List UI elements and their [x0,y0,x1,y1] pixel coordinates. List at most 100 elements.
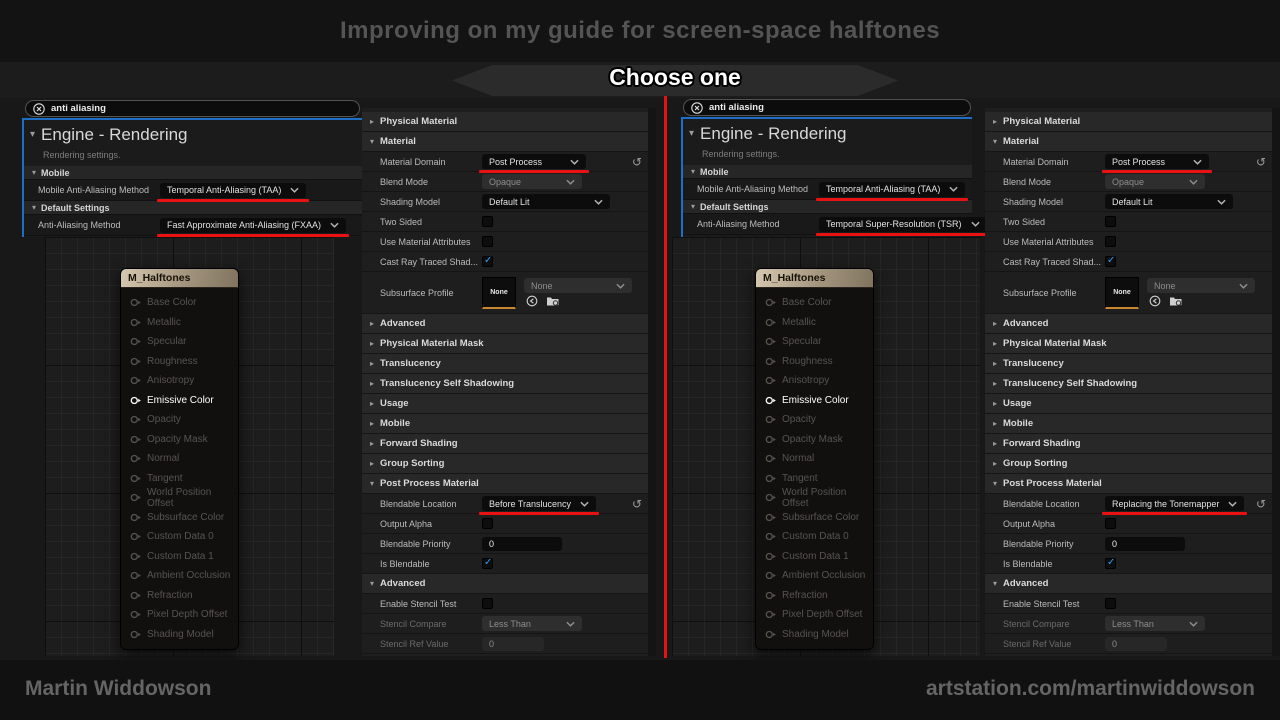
material-node-header[interactable]: M_Halftones [756,269,873,288]
cast-ray-traced-checkbox[interactable]: ✓ [482,256,493,267]
is-blendable-checkbox[interactable]: ✓ [482,558,493,569]
node-pin[interactable]: Specular [121,332,238,352]
reset-to-default-button[interactable]: ↺ [632,156,642,168]
section-header-mobile[interactable]: ▾ Mobile [683,165,972,179]
node-pin[interactable]: Shading Model [121,625,238,645]
section-header-default-settings[interactable]: ▾ Default Settings [24,201,363,215]
reset-to-default-button[interactable]: ↺ [1256,498,1266,510]
node-pin[interactable]: Specular [756,332,873,352]
details-collapsed-section-header[interactable]: ▸Forward Shading [362,434,656,454]
enable-stencil-test-checkbox[interactable]: ✓ [482,598,493,609]
node-pin[interactable]: Emissive Color [121,391,238,411]
two-sided-checkbox[interactable]: ✓ [1105,216,1116,227]
node-pin[interactable]: Pixel Depth Offset [121,605,238,625]
node-pin[interactable]: Tangent [756,469,873,489]
section-header-mobile[interactable]: ▾ Mobile [24,166,363,180]
node-pin[interactable]: Ambient Occlusion [121,566,238,586]
material-graph-canvas[interactable]: M_Halftones Base Color Metallic Specular… [672,237,980,656]
asset-thumbnail[interactable]: None [482,277,516,309]
node-pin[interactable]: Shading Model [756,625,873,645]
node-pin[interactable]: Custom Data 0 [756,527,873,547]
clear-search-icon[interactable] [33,103,45,115]
details-collapsed-section-header[interactable]: ▸Translucency Self Shadowing [362,374,656,394]
node-pin[interactable]: Subsurface Color [756,508,873,528]
material-graph-canvas[interactable]: M_Halftones Base Color Metallic Specular… [45,237,334,656]
asset-thumbnail[interactable]: None [1105,277,1139,309]
reset-to-default-button[interactable]: ↺ [1256,156,1266,168]
blendable-location-dropdown[interactable]: Before Translucency [482,496,596,511]
search-input[interactable] [51,103,352,114]
section-header-default-settings[interactable]: ▾ Default Settings [683,200,972,214]
node-pin[interactable]: Metallic [121,313,238,333]
details-collapsed-section-header[interactable]: ▸Advanced [362,314,656,334]
details-collapsed-section-header[interactable]: ▸Translucency Self Shadowing [985,374,1280,394]
shading-model-dropdown[interactable]: Default Lit [1105,194,1233,209]
blendable-priority-input[interactable]: 0 [1105,537,1185,551]
mobile-aa-method-dropdown[interactable]: Temporal Anti-Aliasing (TAA) [819,182,965,197]
reset-to-default-button[interactable]: ↺ [632,498,642,510]
node-pin[interactable]: Roughness [756,352,873,372]
two-sided-checkbox[interactable]: ✓ [482,216,493,227]
blendable-priority-input[interactable]: 0 [482,537,562,551]
node-pin[interactable]: Roughness [121,352,238,372]
shading-model-dropdown[interactable]: Default Lit [482,194,610,209]
node-pin[interactable]: World Position Offset [756,488,873,508]
details-section-advanced[interactable]: ▾Advanced [985,574,1280,594]
node-pin[interactable]: Normal [756,449,873,469]
node-pin[interactable]: World Position Offset [121,488,238,508]
clear-search-icon[interactable] [691,102,703,114]
node-pin[interactable]: Opacity [121,410,238,430]
material-node[interactable]: M_Halftones Base Color Metallic Specular… [755,268,874,650]
is-blendable-checkbox[interactable]: ✓ [1105,558,1116,569]
details-collapsed-section-header[interactable]: ▸Group Sorting [362,454,656,474]
node-pin[interactable]: Ambient Occlusion [756,566,873,586]
details-collapsed-section-header[interactable]: ▸Usage [985,394,1280,414]
use-material-attributes-checkbox[interactable]: ✓ [1105,236,1116,247]
use-material-attributes-checkbox[interactable]: ✓ [482,236,493,247]
details-section-material[interactable]: ▾Material [985,132,1280,152]
use-selected-asset-icon[interactable] [526,295,538,307]
settings-search-bar[interactable] [25,100,360,117]
output-alpha-checkbox[interactable]: ✓ [1105,518,1116,529]
details-collapsed-section-header[interactable]: ▸Advanced [985,314,1280,334]
use-selected-asset-icon[interactable] [1149,295,1161,307]
details-collapsed-section-header[interactable]: ▸Group Sorting [985,454,1280,474]
node-pin[interactable]: Custom Data 1 [756,547,873,567]
search-input[interactable] [709,102,963,113]
details-section-post-process-material[interactable]: ▾Post Process Material [985,474,1280,494]
node-pin[interactable]: Refraction [121,586,238,606]
details-section-post-process-material[interactable]: ▾Post Process Material [362,474,656,494]
settings-category-header[interactable]: ▾ Engine - Rendering [24,120,363,150]
material-node-header[interactable]: M_Halftones [121,269,238,288]
details-collapsed-section-header[interactable]: ▸Forward Shading [985,434,1280,454]
material-domain-dropdown[interactable]: Post Process [1105,154,1209,169]
node-pin[interactable]: Custom Data 1 [121,547,238,567]
details-collapsed-section-header[interactable]: ▸Physical Material Mask [362,334,656,354]
aa-method-dropdown[interactable]: Fast Approximate Anti-Aliasing (FXAA) [160,218,346,233]
details-collapsed-section-header[interactable]: ▸Translucency [985,354,1280,374]
settings-search-bar[interactable] [683,99,971,116]
node-pin[interactable]: Custom Data 0 [121,527,238,547]
node-pin[interactable]: Pixel Depth Offset [756,605,873,625]
material-domain-dropdown[interactable]: Post Process [482,154,586,169]
node-pin[interactable]: Opacity Mask [121,430,238,450]
node-pin[interactable]: Tangent [121,469,238,489]
node-pin[interactable]: Normal [121,449,238,469]
node-pin[interactable]: Anisotropy [756,371,873,391]
node-pin[interactable]: Metallic [756,313,873,333]
details-collapsed-section-header[interactable]: ▸Usage [362,394,656,414]
details-collapsed-section-header[interactable]: ▸Mobile [362,414,656,434]
node-pin[interactable]: Emissive Color [756,391,873,411]
material-node[interactable]: M_Halftones Base Color Metallic Specular… [120,268,239,650]
details-section-physical-material[interactable]: ▸Physical Material [362,112,656,132]
node-pin[interactable]: Base Color [756,293,873,313]
browse-to-asset-icon[interactable] [1169,295,1183,307]
cast-ray-traced-checkbox[interactable]: ✓ [1105,256,1116,267]
node-pin[interactable]: Refraction [756,586,873,606]
output-alpha-checkbox[interactable]: ✓ [482,518,493,529]
details-collapsed-section-header[interactable]: ▸Translucency [362,354,656,374]
settings-category-header[interactable]: ▾ Engine - Rendering [683,119,972,149]
details-section-physical-material[interactable]: ▸Physical Material [985,112,1280,132]
details-collapsed-section-header[interactable]: ▸Physical Material Mask [985,334,1280,354]
node-pin[interactable]: Anisotropy [121,371,238,391]
